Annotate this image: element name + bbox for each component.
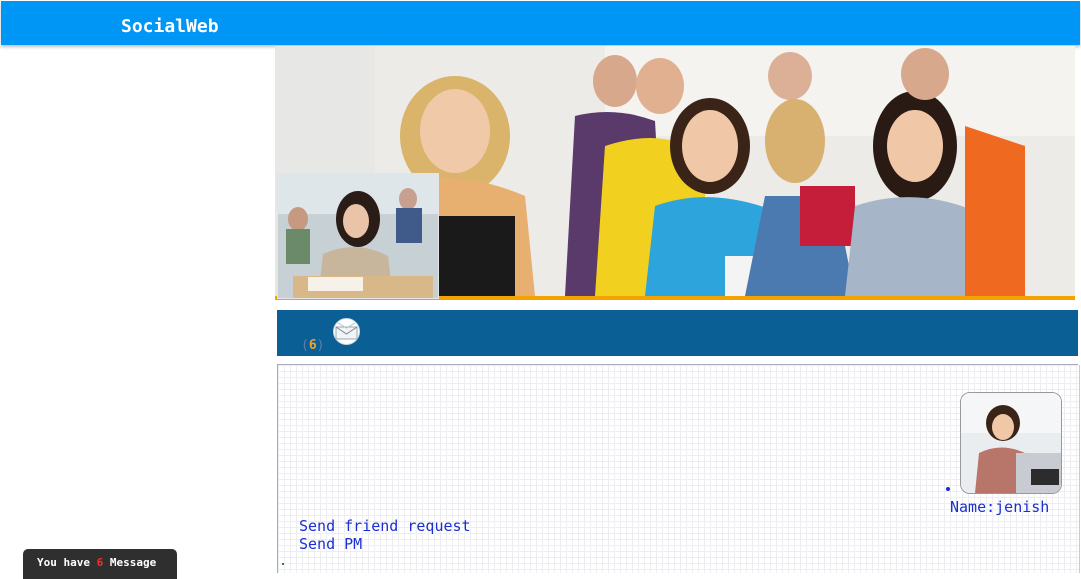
envelope-icon[interactable]: [332, 318, 361, 345]
profile-actions: Send friend request Send PM: [299, 517, 471, 553]
send-friend-request-link[interactable]: Send friend request: [299, 517, 471, 535]
brand-logo-text[interactable]: SocialWeb: [121, 16, 219, 37]
list-bullet: [946, 487, 950, 491]
green-dot: [282, 563, 284, 565]
friend-avatar[interactable]: [960, 392, 1062, 494]
profile-cover-thumbnail[interactable]: [277, 173, 439, 299]
student-writing-exam-photo: [278, 174, 438, 298]
toast-suffix: Message: [109, 556, 157, 569]
friend-name: Name:jenish: [950, 498, 1050, 516]
woman-at-desk-photo: [961, 393, 1061, 493]
toast-count: 6: [96, 556, 104, 569]
top-navbar: SocialWeb: [1, 1, 1080, 45]
message-notification-toast[interactable]: You have 6 Message: [23, 549, 177, 579]
send-pm-link[interactable]: Send PM: [299, 535, 471, 553]
toast-prefix: You have: [37, 556, 90, 569]
profile-panel: Name:jenish Send friend request Send PM: [277, 365, 1080, 573]
message-bar: (6): [277, 310, 1078, 356]
section-divider: [277, 356, 1078, 365]
message-count[interactable]: (6): [301, 338, 324, 353]
